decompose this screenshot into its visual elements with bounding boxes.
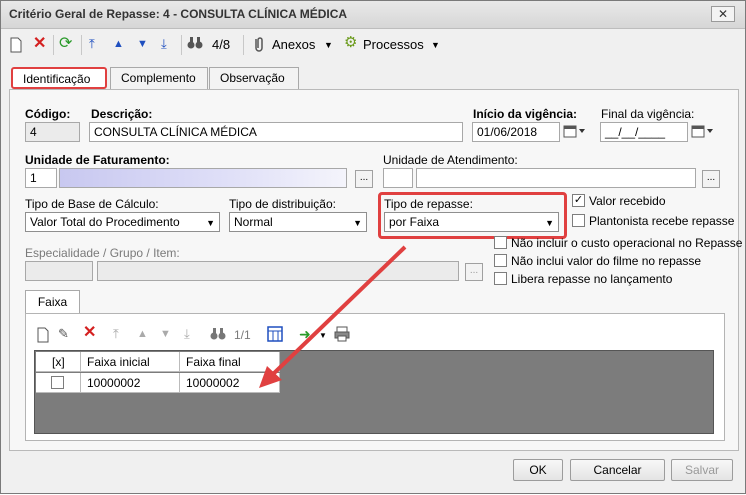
ok-button[interactable]: OK: [513, 459, 563, 481]
save-button[interactable]: Salvar: [671, 459, 733, 481]
cancel-button[interactable]: Cancelar: [570, 459, 665, 481]
dialog-window: Critério Geral de Repasse: 4 - CONSULTA …: [0, 0, 746, 494]
annotation-arrow: [259, 245, 407, 388]
